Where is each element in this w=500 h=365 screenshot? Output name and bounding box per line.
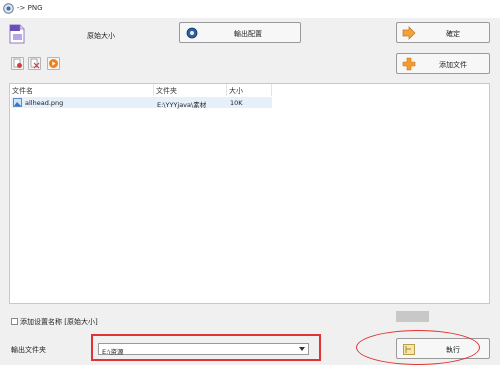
table-row[interactable]: allhead.png E:\YYYjava\素材 10K xyxy=(11,97,272,109)
play-button[interactable] xyxy=(47,57,60,70)
clear-list-icon xyxy=(30,58,40,69)
window-title: -> PNG xyxy=(17,4,43,12)
output-config-label: 輸出配置 xyxy=(234,30,262,38)
image-file-icon xyxy=(13,98,22,107)
title-bar xyxy=(0,0,500,18)
annotation-ellipse xyxy=(356,330,480,365)
png-format-icon xyxy=(9,24,25,44)
app-icon xyxy=(3,3,14,14)
confirm-button[interactable]: 確定 xyxy=(396,22,490,43)
clear-list-button[interactable] xyxy=(28,57,41,70)
original-size-label: 原始大小 xyxy=(87,32,115,40)
confirm-label: 確定 xyxy=(446,30,460,38)
remove-file-icon xyxy=(13,58,22,68)
plus-icon xyxy=(402,57,416,71)
add-setting-name-label: 添加设置名称 [原始大小] xyxy=(20,318,98,326)
add-file-button[interactable]: 添加文件 xyxy=(396,53,490,74)
arrow-right-icon xyxy=(402,26,416,40)
column-header-size[interactable]: 大小 xyxy=(227,84,272,96)
column-header-filename[interactable]: 文件名 xyxy=(10,84,154,96)
play-icon xyxy=(49,59,58,68)
output-config-button[interactable]: 輸出配置 xyxy=(179,22,301,43)
add-setting-name-checkbox[interactable] xyxy=(11,318,18,325)
column-header-folder[interactable]: 文件夹 xyxy=(154,84,227,96)
file-folder-cell: E:\YYYjava\素材 xyxy=(157,101,207,109)
output-folder-label: 輸出文件夹 xyxy=(11,346,46,354)
add-file-label: 添加文件 xyxy=(439,61,467,69)
file-name-cell: allhead.png xyxy=(25,99,64,107)
file-size-cell: 10K xyxy=(230,99,243,107)
progress-bar xyxy=(396,311,429,322)
remove-file-button[interactable] xyxy=(11,57,24,70)
annotation-rectangle xyxy=(91,334,321,361)
file-list[interactable]: 文件名 文件夹 大小 allhead.png E:\YYYjava\素材 10K xyxy=(9,83,490,304)
